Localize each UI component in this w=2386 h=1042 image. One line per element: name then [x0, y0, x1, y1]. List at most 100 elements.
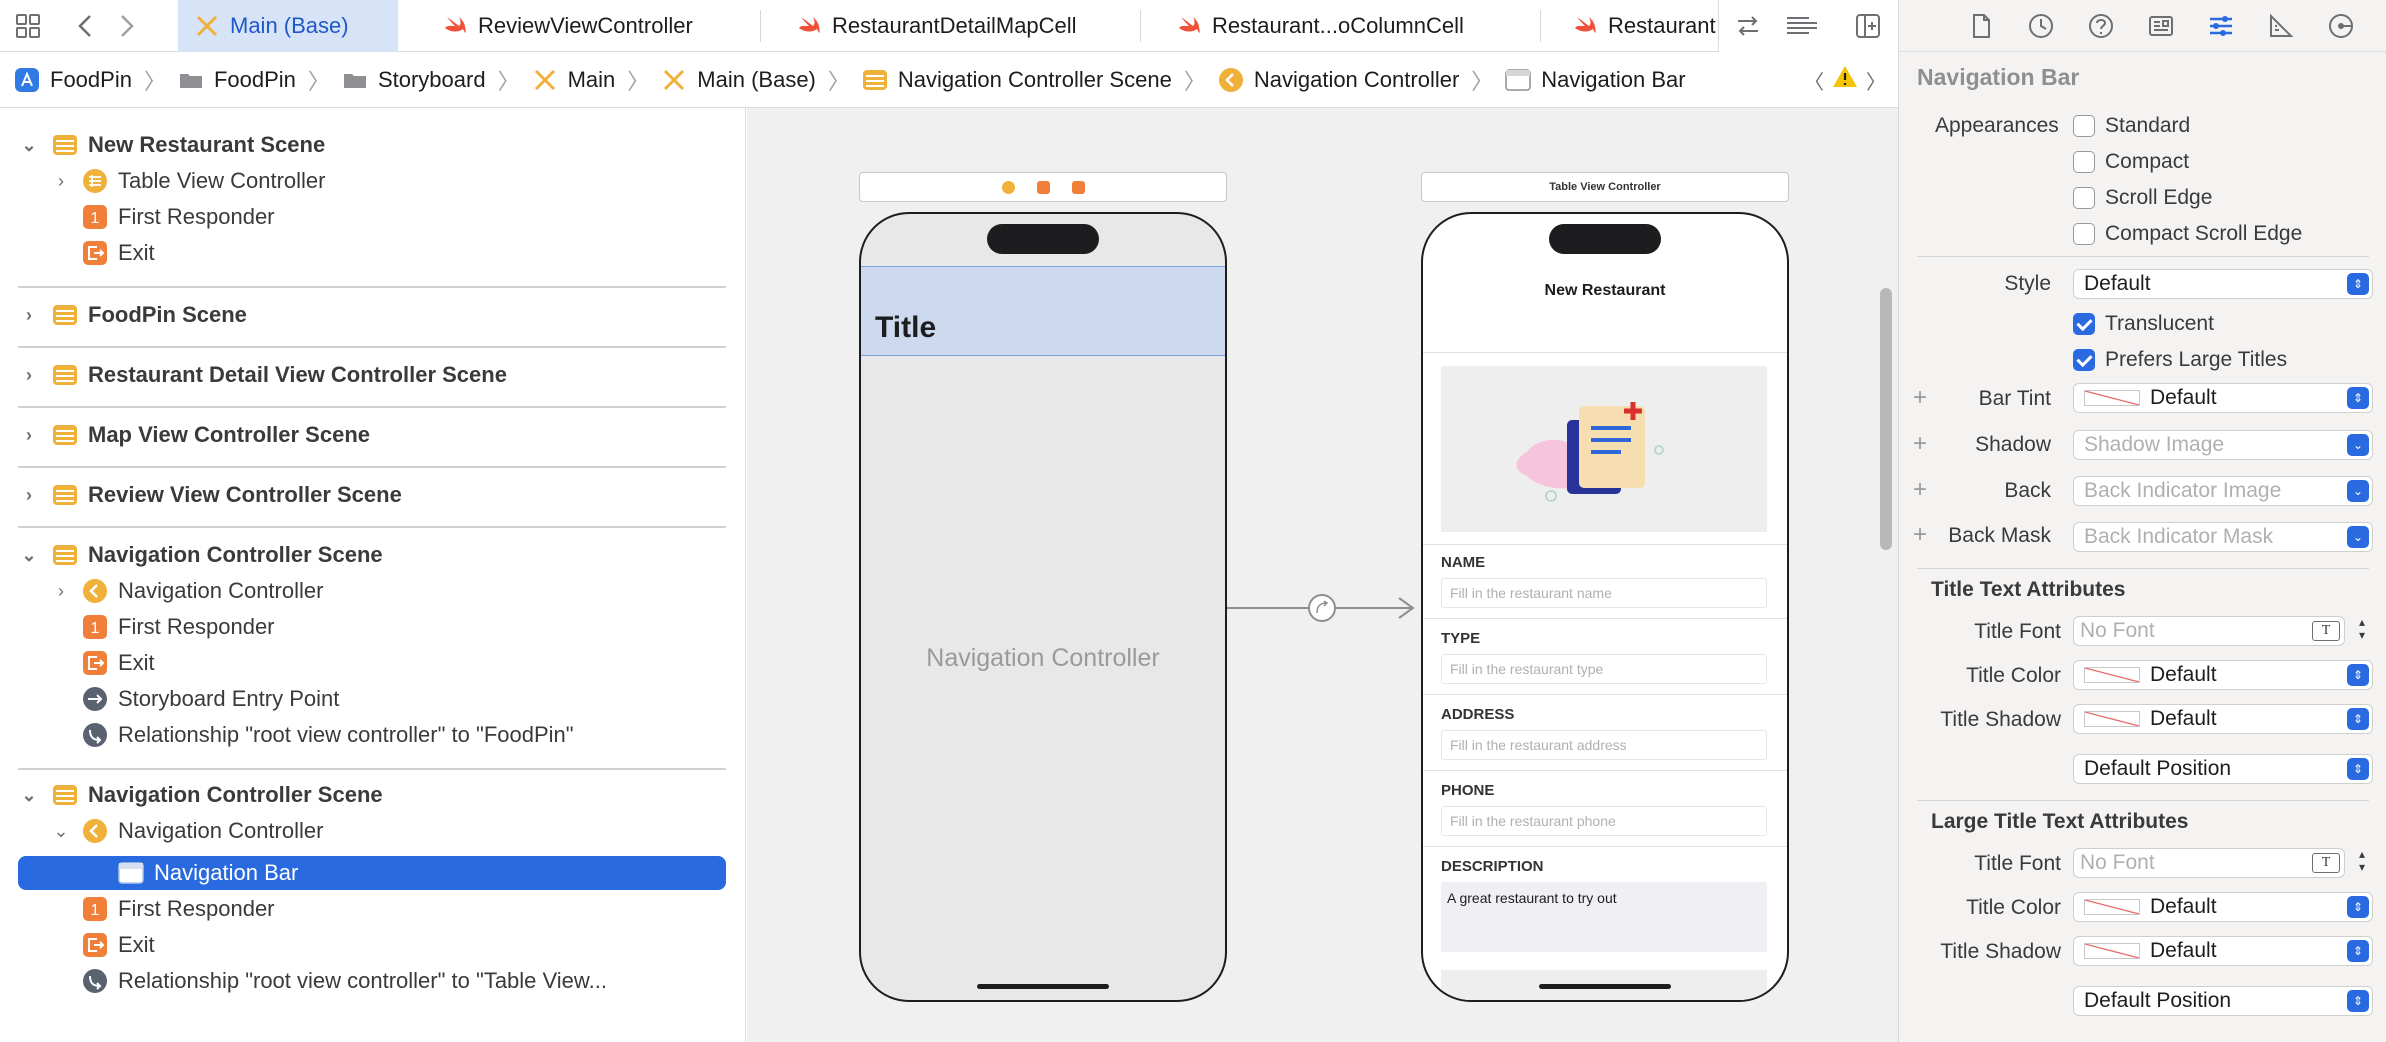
- tab-restaurant-detail-map-cell[interactable]: RestaurantDetailMapCell: [796, 0, 1126, 52]
- table-view-controller-dock[interactable]: Table View Controller: [1421, 172, 1789, 202]
- chevron-down-icon[interactable]: ⌄: [18, 545, 40, 566]
- title-color-popup[interactable]: Default ⇕: [2073, 660, 2373, 690]
- appearance-compact-scroll-edge-checkbox[interactable]: [2073, 223, 2095, 245]
- first-responder-icon[interactable]: [1036, 180, 1050, 194]
- chevron-down-icon[interactable]: ⌄: [18, 135, 40, 156]
- navigation-bar-selected[interactable]: Title: [861, 266, 1225, 356]
- back-indicator-mask-combo[interactable]: Back Indicator Mask ⌄: [2073, 522, 2373, 552]
- outline-item-navigation-controller[interactable]: › Navigation Controller: [18, 573, 726, 609]
- chevron-down-icon[interactable]: ⌄: [50, 821, 72, 842]
- outline-item-first-responder[interactable]: 1 First Responder: [18, 199, 726, 235]
- title-font-field[interactable]: No Font T: [2073, 616, 2345, 646]
- name-field[interactable]: Fill in the restaurant name: [1441, 578, 1767, 608]
- font-picker-icon[interactable]: T: [2312, 621, 2340, 641]
- large-title-shadow-popup[interactable]: Default ⇕: [2073, 936, 2373, 966]
- font-picker-icon[interactable]: T: [2312, 853, 2340, 873]
- tab-restaurant[interactable]: Restaurant: [1572, 0, 1720, 52]
- grid-icon[interactable]: [14, 12, 42, 40]
- outline-scene-review-view[interactable]: › Review View Controller Scene: [18, 477, 726, 513]
- scene-dock[interactable]: [859, 172, 1227, 202]
- outline-item-first-responder[interactable]: 1 First Responder: [18, 891, 726, 927]
- breadcrumb-item-project[interactable]: FoodPin: [14, 67, 132, 93]
- forward-arrow-icon[interactable]: [112, 12, 140, 40]
- tab-main-base[interactable]: Main (Base): [178, 0, 398, 52]
- translucent-checkbox[interactable]: [2073, 313, 2095, 335]
- back-arrow-icon[interactable]: [72, 12, 100, 40]
- exit-icon[interactable]: [1071, 180, 1085, 194]
- nav-controller-icon[interactable]: [1001, 180, 1015, 194]
- chevron-right-icon[interactable]: ›: [18, 425, 40, 446]
- canvas-vertical-scrollbar[interactable]: [1880, 288, 1892, 550]
- breadcrumb-item-storyboard-folder[interactable]: Storyboard: [342, 67, 486, 93]
- address-field[interactable]: Fill in the restaurant address: [1441, 730, 1767, 760]
- outline-item-storyboard-entry-point[interactable]: Storyboard Entry Point: [18, 681, 726, 717]
- editor-options-icon[interactable]: [1784, 12, 1820, 40]
- outline-item-relationship-foodpin[interactable]: Relationship "root view controller" to "…: [18, 717, 726, 753]
- tab-review-view-controller[interactable]: ReviewViewController: [442, 0, 712, 52]
- breadcrumb-item-nav-bar[interactable]: Navigation Bar: [1505, 67, 1686, 93]
- add-editor-icon[interactable]: [1854, 12, 1882, 40]
- prefers-large-titles-checkbox[interactable]: [2073, 349, 2095, 371]
- chevron-right-icon[interactable]: ›: [50, 581, 72, 602]
- outline-item-first-responder[interactable]: 1 First Responder: [18, 609, 726, 645]
- chevron-right-icon[interactable]: ›: [18, 305, 40, 326]
- outline-item-exit[interactable]: Exit: [18, 235, 726, 271]
- shadow-image-combo[interactable]: Shadow Image ⌄: [2073, 430, 2373, 460]
- title-shadow-position-popup[interactable]: Default Position ⇕: [2073, 754, 2373, 784]
- warning-icon[interactable]: [1832, 64, 1858, 96]
- large-title-font-stepper[interactable]: ▴ ▾: [2353, 848, 2371, 878]
- tab-restaurant-column-cell[interactable]: Restaurant...oColumnCell: [1176, 0, 1496, 52]
- appearance-compact-checkbox[interactable]: [2073, 151, 2095, 173]
- outline-item-table-view-controller[interactable]: › Table View Controller: [18, 163, 726, 199]
- bar-tint-popup[interactable]: Default ⇕: [2073, 383, 2373, 413]
- style-popup[interactable]: Default ⇕: [2073, 269, 2373, 299]
- breadcrumb-item-folder[interactable]: FoodPin: [178, 67, 296, 93]
- appearance-standard-checkbox[interactable]: [2073, 115, 2095, 137]
- attributes-inspector-icon[interactable]: [2207, 12, 2235, 40]
- large-title-font-field[interactable]: No Font T: [2073, 848, 2345, 878]
- add-variation-icon[interactable]: +: [1913, 430, 1927, 458]
- outline-scene-navigation-controller-2[interactable]: ⌄ Navigation Controller Scene: [18, 777, 726, 813]
- outline-scene-navigation-controller-1[interactable]: ⌄ Navigation Controller Scene: [18, 537, 726, 573]
- title-shadow-popup[interactable]: Default ⇕: [2073, 704, 2373, 734]
- previous-issue-icon[interactable]: 〈: [1804, 66, 1824, 95]
- outline-scene-foodpin[interactable]: › FoodPin Scene: [18, 297, 726, 333]
- next-issue-icon[interactable]: 〉: [1866, 66, 1886, 95]
- identity-inspector-icon[interactable]: [2147, 12, 2175, 40]
- outline-item-exit[interactable]: Exit: [18, 927, 726, 963]
- chevron-right-icon[interactable]: ›: [18, 365, 40, 386]
- chevron-right-icon[interactable]: ›: [50, 171, 72, 192]
- connections-inspector-icon[interactable]: [2327, 12, 2355, 40]
- table-view-controller-scene[interactable]: New Restaurant NAME Fill in the restaura…: [1421, 212, 1789, 1002]
- title-font-stepper[interactable]: ▴ ▾: [2353, 616, 2371, 646]
- large-title-shadow-position-popup[interactable]: Default Position ⇕: [2073, 986, 2373, 1016]
- outline-scene-map-view[interactable]: › Map View Controller Scene: [18, 417, 726, 453]
- add-variation-icon[interactable]: +: [1913, 476, 1927, 504]
- back-indicator-image-combo[interactable]: Back Indicator Image ⌄: [2073, 476, 2373, 506]
- storyboard-canvas[interactable]: Title Navigation Controller Table View C…: [747, 108, 1898, 1042]
- restaurant-image-placeholder[interactable]: [1441, 366, 1767, 532]
- add-variation-icon[interactable]: +: [1913, 521, 1927, 549]
- file-inspector-icon[interactable]: [1967, 12, 1995, 40]
- relationship-segue-arrow[interactable]: [1227, 588, 1417, 628]
- navigation-controller-scene[interactable]: Title Navigation Controller: [859, 212, 1227, 1002]
- related-items-swap-icon[interactable]: [1734, 12, 1762, 40]
- add-variation-icon[interactable]: +: [1913, 384, 1927, 412]
- outline-scene-restaurant-detail[interactable]: › Restaurant Detail View Controller Scen…: [18, 357, 726, 393]
- breadcrumb-item-main-base[interactable]: Main (Base): [661, 67, 816, 93]
- breadcrumb-item-scene[interactable]: Navigation Controller Scene: [862, 67, 1172, 93]
- large-title-color-popup[interactable]: Default ⇕: [2073, 892, 2373, 922]
- history-inspector-icon[interactable]: [2027, 12, 2055, 40]
- outline-item-exit[interactable]: Exit: [18, 645, 726, 681]
- type-field[interactable]: Fill in the restaurant type: [1441, 654, 1767, 684]
- appearance-scroll-edge-checkbox[interactable]: [2073, 187, 2095, 209]
- description-text-view[interactable]: A great restaurant to try out: [1441, 882, 1767, 952]
- outline-scene-new-restaurant[interactable]: ⌄ New Restaurant Scene: [18, 127, 726, 163]
- chevron-right-icon[interactable]: ›: [18, 485, 40, 506]
- outline-item-navigation-controller[interactable]: ⌄ Navigation Controller: [18, 813, 726, 849]
- outline-item-navigation-bar[interactable]: Navigation Bar: [18, 856, 726, 890]
- help-inspector-icon[interactable]: [2087, 12, 2115, 40]
- chevron-down-icon[interactable]: ⌄: [18, 785, 40, 806]
- outline-item-relationship-table-view[interactable]: Relationship "root view controller" to "…: [18, 963, 726, 999]
- breadcrumb-item-main[interactable]: Main: [532, 67, 615, 93]
